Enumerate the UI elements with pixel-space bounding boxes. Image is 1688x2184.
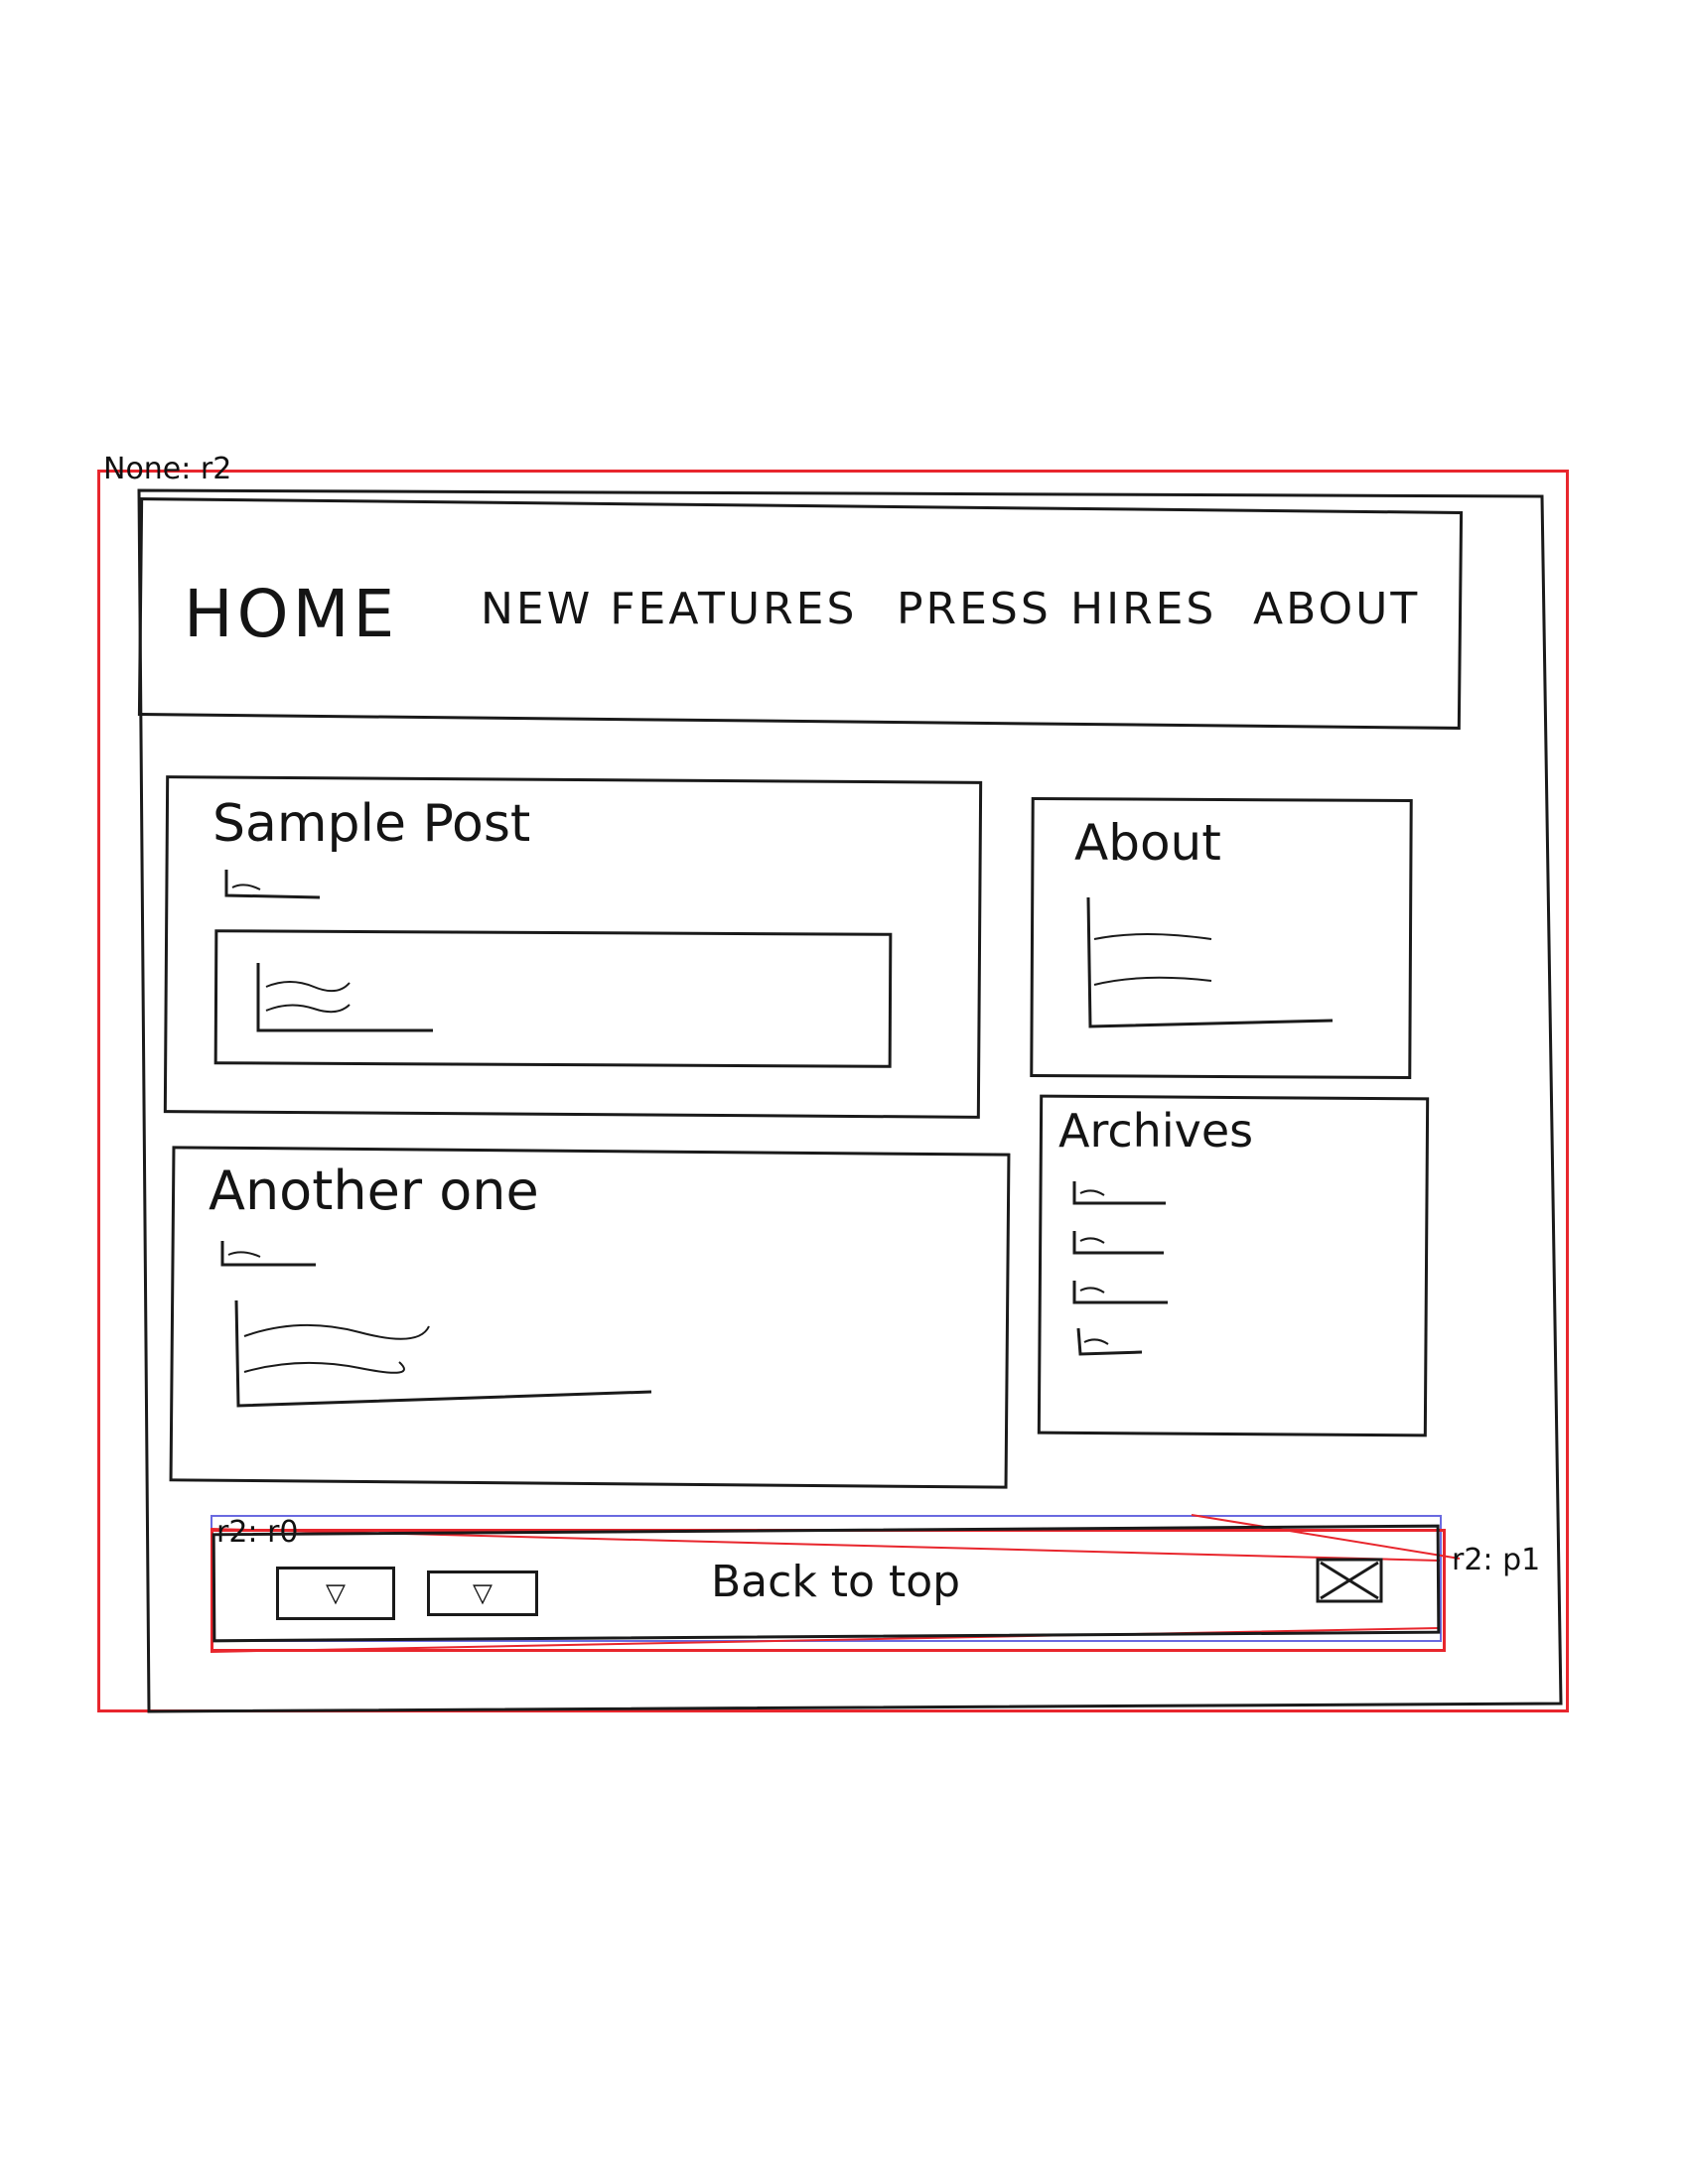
close-icon[interactable] xyxy=(1315,1557,1384,1604)
triangle-down-icon: ▽ xyxy=(473,1578,492,1608)
footer-dropdown-1[interactable]: ▽ xyxy=(276,1567,395,1620)
back-to-top-link[interactable]: Back to top xyxy=(711,1557,960,1607)
triangle-down-icon: ▽ xyxy=(326,1578,346,1608)
annotation-footer-lines xyxy=(210,1514,1461,1653)
footer-dropdown-2[interactable]: ▽ xyxy=(427,1570,538,1616)
annotation-close-label: r2: p1 xyxy=(1452,1543,1541,1577)
